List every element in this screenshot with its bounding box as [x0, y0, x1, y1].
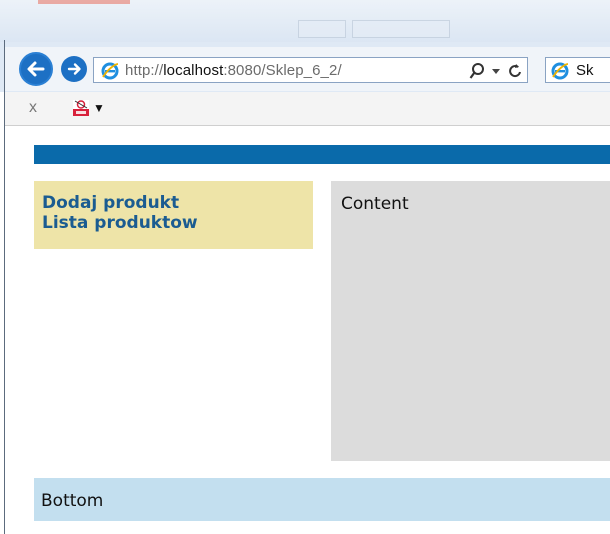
address-bar[interactable]: http://localhost:8080/Sklep_6_2/ [93, 57, 528, 83]
page-header-bar [34, 145, 610, 164]
arrow-left-icon [27, 61, 45, 77]
address-bar-tools [469, 59, 523, 83]
background-window-control [352, 20, 450, 38]
page-footer: Bottom [34, 478, 610, 521]
background-window-accent [38, 0, 130, 4]
dropdown-arrow-icon[interactable] [491, 67, 501, 75]
content-label: Content [341, 194, 409, 214]
url-host: localhost [163, 62, 224, 79]
tab-title: Sk [576, 62, 594, 79]
search-icon[interactable] [469, 62, 485, 80]
navigation-bar: http://localhost:8080/Sklep_6_2/ Sk [5, 47, 610, 91]
footer-label: Bottom [41, 491, 104, 511]
sidebar-link-product-list[interactable]: Lista produktow [42, 213, 313, 233]
ie-logo-icon [100, 61, 120, 86]
forward-button[interactable] [61, 56, 87, 82]
sidebar-link-add-product[interactable]: Dodaj produkt [42, 193, 313, 213]
url-text: http://localhost:8080/Sklep_6_2/ [125, 62, 342, 79]
back-button[interactable] [19, 52, 53, 86]
addon-off-icon[interactable] [73, 100, 89, 116]
close-toolbar-button[interactable]: x [29, 99, 37, 117]
dropdown-arrow-icon[interactable]: ▼ [93, 101, 105, 115]
ie-logo-icon [550, 61, 570, 86]
content-area: Content [331, 181, 610, 461]
arrow-right-icon [67, 63, 81, 75]
browser-tab[interactable]: Sk [545, 57, 610, 83]
background-window-control [298, 20, 346, 38]
page-viewport: Dodaj produkt Lista produktow Content Bo… [5, 127, 610, 534]
refresh-icon[interactable] [507, 62, 523, 80]
sidebar-menu: Dodaj produkt Lista produktow [34, 181, 313, 249]
command-bar: x ▼ [5, 92, 610, 126]
